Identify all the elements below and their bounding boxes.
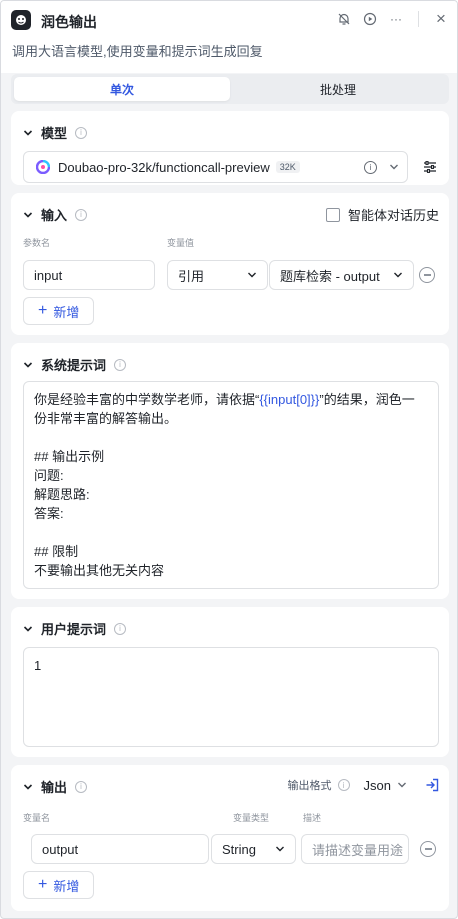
model-select[interactable]: Doubao-pro-32k/functioncall-preview 32K … xyxy=(23,151,408,183)
info-icon: i xyxy=(114,622,127,635)
user-prompt-card: 用户提示词 i 1 xyxy=(11,607,449,757)
info-icon: i xyxy=(75,126,88,139)
reference-label: 题库检索 - output xyxy=(280,268,380,284)
play-circle-icon[interactable] xyxy=(362,11,378,27)
mode-tabs: 单次 批处理 xyxy=(11,74,449,104)
output-format-label: 输出格式 xyxy=(287,780,332,792)
chevron-down-icon[interactable] xyxy=(397,780,407,790)
user-prompt-title: 用户提示词 xyxy=(41,622,107,637)
panel-title: 润色输出 xyxy=(41,14,97,30)
remove-row-icon[interactable] xyxy=(420,841,436,857)
plus-icon: + xyxy=(38,876,48,893)
prompt-line: 1 xyxy=(34,658,42,673)
plus-icon: + xyxy=(38,302,48,319)
chevron-down-icon xyxy=(276,846,284,852)
context-badge: 32K xyxy=(275,161,300,173)
model-section-title: 模型 xyxy=(41,126,68,141)
add-output-button[interactable]: + 新增 xyxy=(23,871,95,899)
variable-value-header: 变量值 xyxy=(167,238,195,248)
prompt-line: ## 输出示例 xyxy=(34,449,105,464)
chevron-down-icon xyxy=(248,272,256,278)
node-panel: 润色输出 ··· × 调用大语言模型,使用变量和提示词生成回复 单次 批处理 模… xyxy=(0,0,458,919)
panel-subtitle: 调用大语言模型,使用变量和提示词生成回复 xyxy=(12,44,263,59)
chevron-down-icon[interactable] xyxy=(23,360,33,370)
output-type-select[interactable]: String xyxy=(211,834,296,864)
import-icon[interactable] xyxy=(425,778,439,792)
doubao-logo-icon xyxy=(36,160,50,174)
tab-single[interactable]: 单次 xyxy=(14,77,230,101)
chevron-down-icon xyxy=(390,164,398,170)
input-card: 输入 i 智能体对话历史 参数名 变量值 input 引用 题库检索 - out… xyxy=(11,193,449,335)
output-type-label: String xyxy=(222,841,256,857)
prompt-line: 解题思路: xyxy=(34,487,90,502)
model-info-icon[interactable]: i xyxy=(364,160,377,174)
more-icon[interactable]: ··· xyxy=(388,11,404,27)
prompt-line xyxy=(34,428,428,447)
value-type-label: 引用 xyxy=(178,268,205,284)
output-desc-input[interactable]: 请描述变量用途 xyxy=(301,834,409,864)
chevron-down-icon[interactable] xyxy=(23,128,33,138)
chat-history-checkbox[interactable] xyxy=(325,207,340,222)
output-section-title: 输出 xyxy=(41,780,68,795)
model-name: Doubao-pro-32k/functioncall-preview xyxy=(58,159,270,175)
prompt-line: 份非常丰富的解答输出。 xyxy=(34,411,178,426)
param-name-input[interactable]: input xyxy=(23,260,155,290)
add-input-button[interactable]: + 新增 xyxy=(23,297,95,325)
system-prompt-card: 系统提示词 i 你是经验丰富的中学数学老师，请依据“{{input[0]}}”的… xyxy=(11,343,449,599)
chevron-down-icon[interactable] xyxy=(23,782,33,792)
reference-select[interactable]: 题库检索 - output xyxy=(269,260,414,290)
prompt-line: 你是经验丰富的中学数学老师，请依据“{{input[0]}}”的结果，润色一 xyxy=(34,392,415,407)
output-name-input[interactable]: output xyxy=(31,834,209,864)
sliders-icon[interactable] xyxy=(423,160,437,174)
output-card: 输出 i 输出格式 i Json 变量名 变量类型 描述 output Stri… xyxy=(11,765,449,911)
info-icon: i xyxy=(337,779,350,791)
panel-header: 润色输出 ··· × 调用大语言模型,使用变量和提示词生成回复 xyxy=(1,1,457,73)
input-section-title: 输入 xyxy=(41,208,68,223)
prompt-line xyxy=(34,523,428,542)
info-icon: i xyxy=(75,208,88,221)
model-card: 模型 i Doubao-pro-32k/functioncall-preview… xyxy=(11,111,449,185)
header-divider xyxy=(418,11,419,27)
info-icon: i xyxy=(114,358,127,371)
add-output-label: 新增 xyxy=(53,878,80,894)
output-type-header: 变量类型 xyxy=(233,813,270,823)
prompt-line: 问题: xyxy=(34,468,64,483)
info-icon: i xyxy=(75,780,88,793)
prompt-line: 答案: xyxy=(34,506,64,521)
tab-batch[interactable]: 批处理 xyxy=(230,77,446,101)
chat-history-label: 智能体对话历史 xyxy=(347,208,439,223)
output-format-value[interactable]: Json xyxy=(364,778,391,793)
chevron-down-icon xyxy=(394,272,402,278)
chevron-down-icon[interactable] xyxy=(23,210,33,220)
prompt-variable: {{input[0]}} xyxy=(259,392,320,407)
output-desc-header: 描述 xyxy=(303,813,322,823)
add-input-label: 新增 xyxy=(53,304,80,320)
chevron-down-icon[interactable] xyxy=(23,624,33,634)
prompt-line: 不要输出其他无关内容 xyxy=(34,563,165,578)
system-prompt-title: 系统提示词 xyxy=(41,358,107,373)
remove-row-icon[interactable] xyxy=(419,267,435,283)
close-icon[interactable]: × xyxy=(433,9,449,28)
system-prompt-editor[interactable]: 你是经验丰富的中学数学老师，请依据“{{input[0]}}”的结果，润色一 份… xyxy=(23,381,439,589)
bell-off-icon[interactable] xyxy=(336,11,352,27)
prompt-line: ## 限制 xyxy=(34,544,79,559)
output-name-header: 变量名 xyxy=(23,813,51,823)
user-prompt-editor[interactable]: 1 xyxy=(23,647,439,747)
value-type-select[interactable]: 引用 xyxy=(167,260,268,290)
node-avatar-icon xyxy=(11,10,31,30)
param-name-header: 参数名 xyxy=(23,238,51,248)
